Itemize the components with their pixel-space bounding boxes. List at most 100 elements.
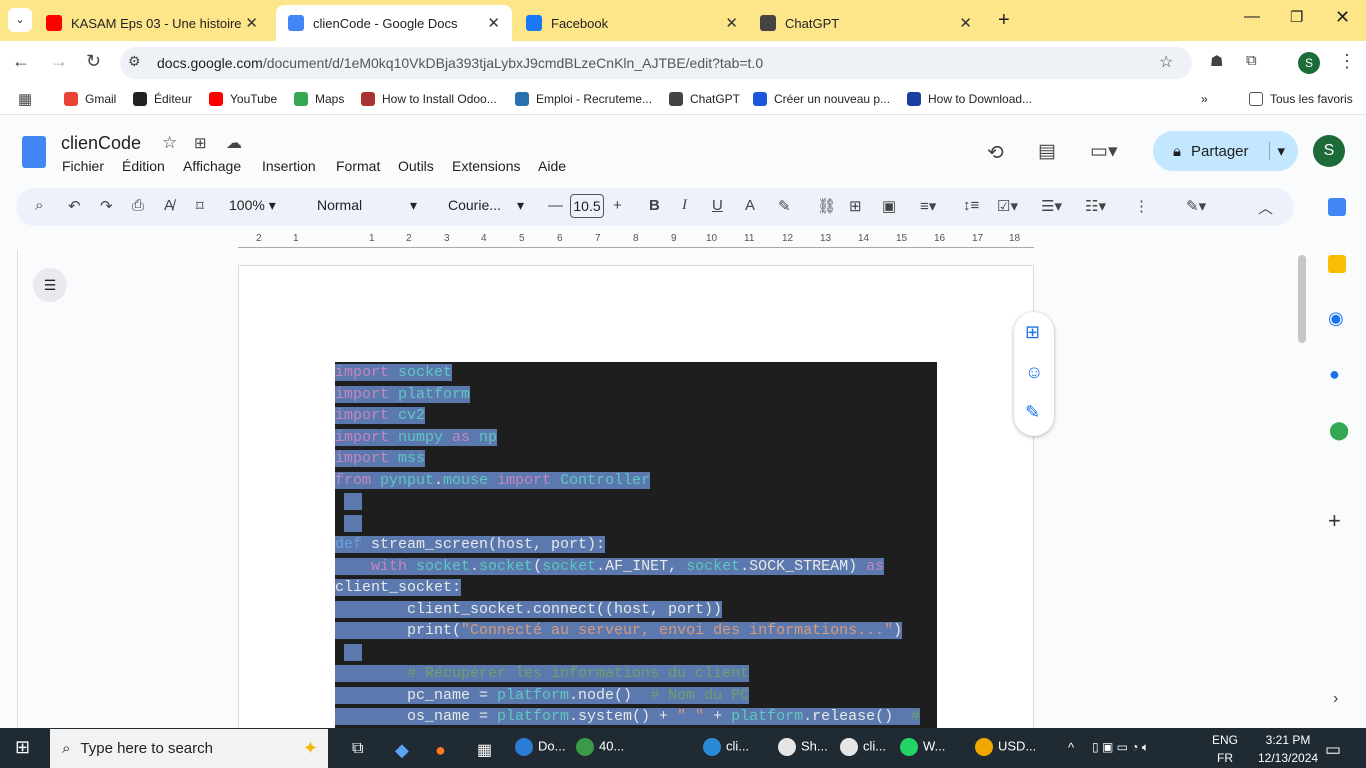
numbered-list-icon[interactable]: ☷▾ (1085, 197, 1106, 215)
doc-title[interactable]: clienCode (61, 133, 141, 154)
line-spacing-icon[interactable]: ↕≡ (963, 197, 979, 214)
menu-1[interactable]: Édition (122, 158, 165, 174)
close-tab-icon[interactable]: ✕ (959, 14, 972, 32)
bookmark-item[interactable]: Éditeur (133, 92, 192, 106)
notifications-icon[interactable]: ▭ (1325, 740, 1341, 760)
chrome-taskbar-app[interactable]: cli... (840, 738, 886, 756)
currency-taskbar-app[interactable]: USD... (975, 738, 1036, 756)
cloud-saved-icon[interactable]: ☁ (226, 133, 242, 153)
more-bookmarks-icon[interactable]: » (1201, 92, 1208, 106)
highlight-icon[interactable]: ✎ (778, 197, 791, 215)
align-icon[interactable]: ≡▾ (920, 197, 936, 215)
browser-tab[interactable]: Facebook ✕ (514, 5, 750, 41)
insert-image-icon[interactable]: ▣ (882, 197, 896, 215)
menu-0[interactable]: Fichier (62, 158, 104, 174)
menu-7[interactable]: Aide (538, 158, 566, 174)
scrollbar[interactable] (1298, 255, 1306, 343)
meet-taskbar-app[interactable]: 40... (576, 738, 624, 756)
vertical-ruler[interactable] (0, 250, 18, 728)
close-tab-icon[interactable]: ✕ (487, 14, 500, 32)
bookmark-item[interactable]: ChatGPT (669, 92, 740, 106)
back-icon[interactable]: ← (12, 51, 30, 72)
collapse-menus-icon[interactable]: ︿ (1258, 197, 1273, 218)
menu-2[interactable]: Affichage (183, 158, 241, 174)
vscode-taskbar-app[interactable]: cli... (703, 738, 749, 756)
close-tab-icon[interactable]: ✕ (245, 14, 258, 32)
forward-icon[interactable]: → (50, 51, 68, 72)
bulleted-list-icon[interactable]: ☰▾ (1041, 197, 1062, 215)
docs-taskbar-app[interactable]: Do... (515, 738, 565, 756)
tab-search-button[interactable]: ⌄ (8, 8, 32, 32)
font-select[interactable]: Courie... ▾ (448, 197, 524, 213)
document-outline-button[interactable]: ☰ (33, 268, 67, 302)
maps-icon[interactable]: ⬤ (1329, 420, 1349, 441)
language-indicator[interactable]: ENG FR (1212, 733, 1238, 765)
checklist-icon[interactable]: ☑▾ (997, 197, 1018, 215)
tasks-icon[interactable]: ◉ (1328, 308, 1344, 329)
redo-icon[interactable]: ↷ (100, 197, 113, 215)
profile-avatar[interactable]: S (1298, 52, 1320, 74)
code-block[interactable]: import socket import platform import cv2 im… (335, 362, 937, 728)
reload-icon[interactable]: ↻ (86, 51, 101, 72)
calendar-icon[interactable] (1328, 198, 1346, 216)
bookmark-item[interactable]: How to Install Odoo... (361, 92, 497, 106)
bookmark-item[interactable]: Gmail (64, 92, 116, 106)
restore-button[interactable]: ❐ (1290, 8, 1303, 26)
minimize-button[interactable]: — (1244, 8, 1260, 26)
bookmark-star-icon[interactable]: ☆ (1159, 52, 1173, 72)
menu-4[interactable]: Format (336, 158, 380, 174)
browser-tab[interactable]: ChatGPT ✕ (748, 5, 984, 41)
zoom-select[interactable]: 100% ▾ (229, 197, 276, 214)
increase-font-size-button[interactable]: + (613, 197, 622, 214)
chrome-menu-icon[interactable]: ⋮ (1338, 51, 1356, 72)
bookmark-item[interactable]: How to Download... (907, 92, 1032, 106)
browser-tab[interactable]: KASAM Eps 03 - Une histoire d ✕ (34, 5, 270, 41)
menu-5[interactable]: Outils (398, 158, 434, 174)
comments-icon[interactable]: ▤ (1038, 140, 1056, 163)
site-info-icon[interactable]: ⚙ (128, 53, 141, 70)
task-view-icon[interactable]: ⧉ (352, 740, 363, 758)
spellcheck-icon[interactable]: A̸ (164, 197, 174, 214)
system-tray-icons[interactable]: ▯ ▣ ▭ ◔ 🔈︎ (1092, 740, 1149, 755)
docs-logo-icon[interactable] (22, 136, 46, 168)
close-tab-icon[interactable]: ✕ (725, 14, 738, 32)
editing-mode-icon[interactable]: ✎▾ (1186, 197, 1206, 215)
add-comment-icon[interactable]: ⊞ (1025, 322, 1040, 343)
bookmark-item[interactable]: Maps (294, 92, 344, 106)
bookmark-item[interactable]: Créer un nouveau p... (753, 92, 890, 106)
browser-tab[interactable]: clienCode - Google Docs ✕ (276, 5, 512, 41)
firefox-icon[interactable]: ● (435, 740, 446, 761)
undo-icon[interactable]: ↶ (68, 197, 81, 215)
italic-button[interactable]: I (682, 197, 687, 214)
all-bookmarks-folder[interactable]: Tous les favoris (1249, 92, 1353, 106)
font-size-input[interactable]: 10.5 (570, 194, 604, 218)
copilot-icon[interactable]: ◆ (395, 740, 409, 761)
print-icon[interactable]: ⎙ (132, 197, 144, 214)
url-input[interactable]: docs.google.com/document/d/1eM0kq10VkDBj… (120, 47, 1192, 79)
share-button[interactable]: 🔒︎ Partager ▾ (1153, 131, 1298, 171)
paint-format-icon[interactable]: ⌑ (196, 197, 204, 215)
style-select[interactable]: Normal ▾ (317, 197, 417, 213)
bold-button[interactable]: B (649, 197, 660, 214)
start-button[interactable]: ⊞ (15, 737, 30, 758)
add-comment-icon[interactable]: ⊞ (849, 197, 862, 215)
show-hidden-icons[interactable]: ^ (1068, 740, 1074, 755)
share-dropdown-icon[interactable]: ▾ (1268, 142, 1285, 160)
menu-6[interactable]: Extensions (452, 158, 520, 174)
emoji-reaction-icon[interactable]: ☺ (1025, 362, 1043, 383)
search-menus-icon[interactable]: ⌕ (35, 197, 43, 214)
chrome-taskbar-app[interactable]: Sh... (778, 738, 828, 756)
new-tab-button[interactable]: + (998, 9, 1010, 32)
apps-grid-icon[interactable]: ▦ (18, 90, 32, 108)
star-icon[interactable]: ☆ (162, 133, 177, 153)
contacts-icon[interactable]: ● (1329, 364, 1340, 385)
account-avatar[interactable]: S (1313, 135, 1345, 167)
video-editor-icon[interactable]: ▦ (477, 740, 492, 760)
clock[interactable]: 3:21 PM 12/13/2024 (1258, 733, 1318, 765)
suggest-edits-icon[interactable]: ✎ (1025, 402, 1040, 423)
text-color-icon[interactable]: A (745, 197, 755, 214)
close-window-button[interactable]: ✕ (1335, 7, 1350, 28)
side-panel-toggle-icon[interactable]: › (1333, 690, 1338, 708)
link-icon[interactable]: ⛓ (817, 197, 836, 215)
bookmark-item[interactable]: Emploi - Recruteme... (515, 92, 652, 106)
